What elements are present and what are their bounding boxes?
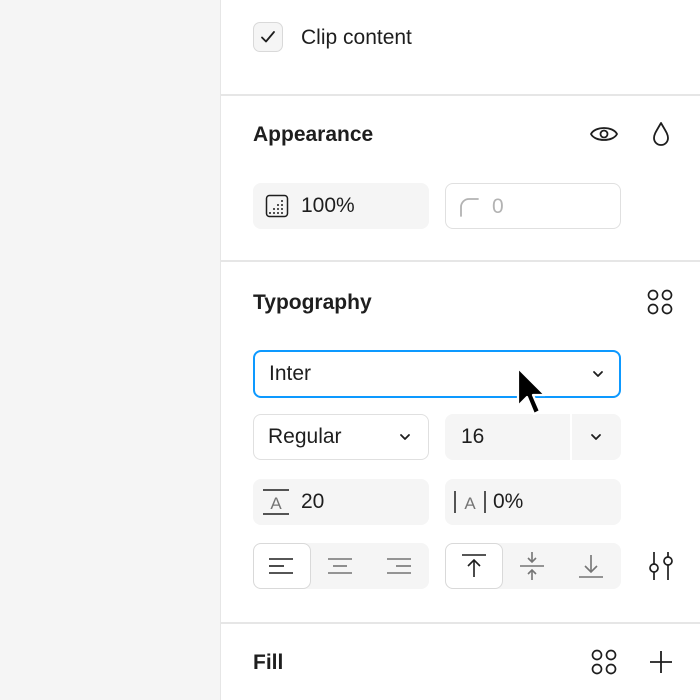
letter-spacing-value: 0% [493, 490, 524, 513]
letter-spacing-field[interactable]: A 0% [445, 479, 621, 525]
corner-radius-field[interactable]: 0 [445, 183, 621, 229]
font-weight-dropdown[interactable]: Regular [253, 414, 429, 460]
styles-grid-icon[interactable] [591, 649, 617, 675]
font-weight-value: Regular [268, 425, 342, 448]
align-left-icon [269, 558, 293, 574]
corner-radius-icon [460, 198, 479, 217]
section-divider [221, 260, 700, 262]
section-divider [221, 94, 700, 96]
font-size-value: 16 [461, 425, 485, 448]
align-middle-button[interactable] [504, 543, 562, 589]
align-top-button[interactable] [445, 543, 503, 589]
properties-panel: Clip content Appearance 100% 0 Typograph… [220, 0, 700, 700]
chevron-down-icon[interactable] [589, 432, 603, 442]
chevron-down-icon [400, 434, 410, 440]
align-bottom-icon [579, 555, 603, 578]
corner-radius-value: 0 [492, 195, 504, 218]
checkmark-icon [261, 31, 275, 43]
vertical-align-group [445, 543, 621, 589]
field-separator [570, 414, 572, 460]
sliders-icon[interactable] [647, 550, 675, 582]
font-family-dropdown[interactable]: Inter [253, 350, 621, 398]
opacity-value: 100% [301, 194, 355, 217]
letter-spacing-icon: A [454, 491, 486, 513]
canvas-area[interactable] [0, 0, 220, 700]
typography-title: Typography [253, 291, 372, 314]
appearance-title: Appearance [253, 123, 374, 146]
clip-content-checkbox[interactable] [253, 22, 283, 52]
align-left-button[interactable] [253, 543, 311, 589]
eye-icon[interactable] [589, 120, 619, 148]
styles-grid-icon[interactable] [647, 289, 673, 315]
line-height-icon: A [263, 489, 289, 515]
plus-icon[interactable] [648, 649, 674, 675]
line-height-field[interactable]: A 20 [253, 479, 429, 525]
align-center-button[interactable] [312, 543, 370, 589]
clip-content-label: Clip content [301, 26, 412, 49]
align-top-icon [462, 554, 486, 577]
text-align-group [253, 543, 429, 589]
chevron-down-icon [593, 371, 603, 377]
fill-title: Fill [253, 651, 284, 674]
align-bottom-button[interactable] [563, 543, 621, 589]
opacity-grid-icon [265, 194, 289, 218]
line-height-value: 20 [301, 490, 325, 513]
opacity-field[interactable]: 100% [253, 183, 429, 229]
svg-text:A: A [270, 494, 282, 513]
section-divider [221, 622, 700, 624]
align-middle-icon [520, 552, 544, 580]
align-right-button[interactable] [371, 543, 429, 589]
drop-icon[interactable] [651, 120, 671, 148]
align-right-icon [387, 558, 411, 574]
svg-text:A: A [464, 494, 476, 513]
mouse-cursor-icon [516, 366, 547, 416]
align-center-icon [328, 558, 352, 574]
font-family-value: Inter [269, 362, 312, 385]
